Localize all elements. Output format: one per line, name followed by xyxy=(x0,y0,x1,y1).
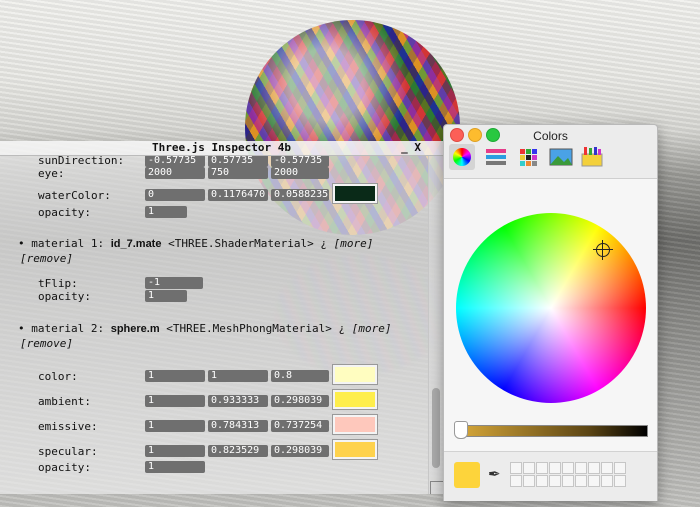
material2-opacity-label: opacity: xyxy=(38,461,91,474)
material1-remove-link[interactable]: [remove] xyxy=(20,252,73,265)
brightness-slider[interactable] xyxy=(456,425,648,437)
inspector-window-controls[interactable]: _ X xyxy=(401,141,421,155)
color-palettes-tab[interactable] xyxy=(516,144,542,170)
ambient-r[interactable]: 1 xyxy=(145,395,205,407)
emissive-swatch[interactable] xyxy=(332,414,378,435)
watercolor-swatch[interactable] xyxy=(332,183,378,204)
ambient-label: ambient: xyxy=(38,395,91,408)
resize-grip-icon[interactable] xyxy=(430,481,443,494)
color-well[interactable] xyxy=(562,462,574,474)
image-palettes-icon xyxy=(549,148,573,166)
color-sliders-tab[interactable] xyxy=(484,144,510,170)
eyedropper-icon[interactable]: ✒ xyxy=(488,465,501,483)
material1-opacity-label: opacity: xyxy=(38,290,91,303)
inspector-title: Three.js Inspector 4b xyxy=(151,141,292,154)
color-well[interactable] xyxy=(562,475,574,487)
watercolor-label: waterColor: xyxy=(38,189,111,202)
color-label: color: xyxy=(38,370,78,383)
color-well[interactable] xyxy=(523,462,535,474)
ambient-g[interactable]: 0.933333 xyxy=(208,395,268,407)
color-wheel[interactable] xyxy=(456,213,646,403)
material2-header: • material 2: sphere.m <THREE.MeshPhongM… xyxy=(18,322,391,335)
colors-toolbar xyxy=(444,142,657,179)
colors-panel: Colors ✒ xyxy=(443,124,658,501)
emissive-label: emissive: xyxy=(38,420,98,433)
eye-y[interactable]: 750 xyxy=(208,167,268,179)
color-well[interactable] xyxy=(601,462,613,474)
specular-b[interactable]: 0.298039 xyxy=(271,445,329,457)
material2-remove-link[interactable]: [remove] xyxy=(20,337,73,350)
color-r[interactable]: 1 xyxy=(145,370,205,382)
specular-g[interactable]: 0.823529 xyxy=(208,445,268,457)
image-palettes-tab[interactable] xyxy=(548,144,574,170)
colors-panel-title: Colors xyxy=(533,129,568,143)
ambient-swatch[interactable] xyxy=(332,389,378,410)
emissive-r[interactable]: 1 xyxy=(145,420,205,432)
crayons-icon xyxy=(581,147,603,167)
opacity-label: opacity: xyxy=(38,206,91,219)
watercolor-r[interactable]: 0 xyxy=(145,189,205,201)
tflip-value[interactable]: -1 xyxy=(145,277,203,289)
inspector-titlebar[interactable]: Three.js Inspector 4b _ X xyxy=(0,141,443,156)
color-wheel-crosshair[interactable] xyxy=(593,240,613,260)
color-well[interactable] xyxy=(588,462,600,474)
sundirection-x[interactable]: -0.57735 xyxy=(145,156,205,167)
brightness-slider-knob[interactable] xyxy=(454,421,468,439)
color-well[interactable] xyxy=(510,462,522,474)
tflip-label: tFlip: xyxy=(38,277,78,290)
sundirection-z[interactable]: -0.57735 xyxy=(271,156,329,167)
watercolor-b[interactable]: 0.0588235 xyxy=(271,189,329,201)
material1-name: id_7.mate xyxy=(110,238,162,250)
inspector-body: sunDirection: -0.57735 0.57735 -0.57735 … xyxy=(0,156,429,494)
sundirection-y[interactable]: 0.57735 xyxy=(208,156,268,167)
inspector-scrollbar[interactable] xyxy=(428,156,443,494)
color-wheel-icon xyxy=(453,148,471,166)
color-well[interactable] xyxy=(536,475,548,487)
material2-more-link[interactable]: [more] xyxy=(352,322,392,335)
eye-z[interactable]: 2000 xyxy=(271,167,329,179)
specular-r[interactable]: 1 xyxy=(145,445,205,457)
color-well[interactable] xyxy=(588,475,600,487)
color-well[interactable] xyxy=(523,475,535,487)
inspector-scroll-thumb[interactable] xyxy=(432,388,440,468)
color-well[interactable] xyxy=(536,462,548,474)
specular-label: specular: xyxy=(38,445,98,458)
material2-opacity-value[interactable]: 1 xyxy=(145,461,205,473)
color-wheel-tab[interactable] xyxy=(449,144,475,170)
material1-type: <THREE.ShaderMaterial> ¿ xyxy=(168,237,328,250)
specular-swatch[interactable] xyxy=(332,439,378,460)
watercolor-g[interactable]: 0.1176470 xyxy=(208,189,268,201)
color-well[interactable] xyxy=(510,475,522,487)
color-well[interactable] xyxy=(614,475,626,487)
eye-x[interactable]: 2000 xyxy=(145,167,205,179)
inspector-panel: Three.js Inspector 4b _ X sunDirection: … xyxy=(0,141,443,494)
color-well[interactable] xyxy=(614,462,626,474)
color-swatch[interactable] xyxy=(332,364,378,385)
opacity-value[interactable]: 1 xyxy=(145,206,187,218)
sundirection-label: sunDirection: xyxy=(38,156,125,167)
color-well[interactable] xyxy=(601,475,613,487)
color-sliders-icon xyxy=(486,149,506,165)
color-well[interactable] xyxy=(549,462,561,474)
emissive-b[interactable]: 0.737254 xyxy=(271,420,329,432)
current-color-swatch[interactable] xyxy=(454,462,480,488)
material2-type: <THREE.MeshPhongMaterial> ¿ xyxy=(166,322,346,335)
material1-prefix: • material 1: xyxy=(18,237,105,250)
crayons-tab[interactable] xyxy=(579,144,605,170)
color-well[interactable] xyxy=(575,462,587,474)
color-b[interactable]: 0.8 xyxy=(271,370,329,382)
color-well[interactable] xyxy=(575,475,587,487)
material2-name: sphere.m xyxy=(110,323,160,335)
eye-label: eye: xyxy=(38,167,65,180)
ambient-b[interactable]: 0.298039 xyxy=(271,395,329,407)
material1-header: • material 1: id_7.mate <THREE.ShaderMat… xyxy=(18,237,373,250)
color-palettes-icon xyxy=(520,149,537,166)
color-g[interactable]: 1 xyxy=(208,370,268,382)
color-well[interactable] xyxy=(549,475,561,487)
emissive-g[interactable]: 0.784313 xyxy=(208,420,268,432)
material1-more-link[interactable]: [more] xyxy=(334,237,374,250)
material2-prefix: • material 2: xyxy=(18,322,105,335)
material1-opacity-value[interactable]: 1 xyxy=(145,290,187,302)
